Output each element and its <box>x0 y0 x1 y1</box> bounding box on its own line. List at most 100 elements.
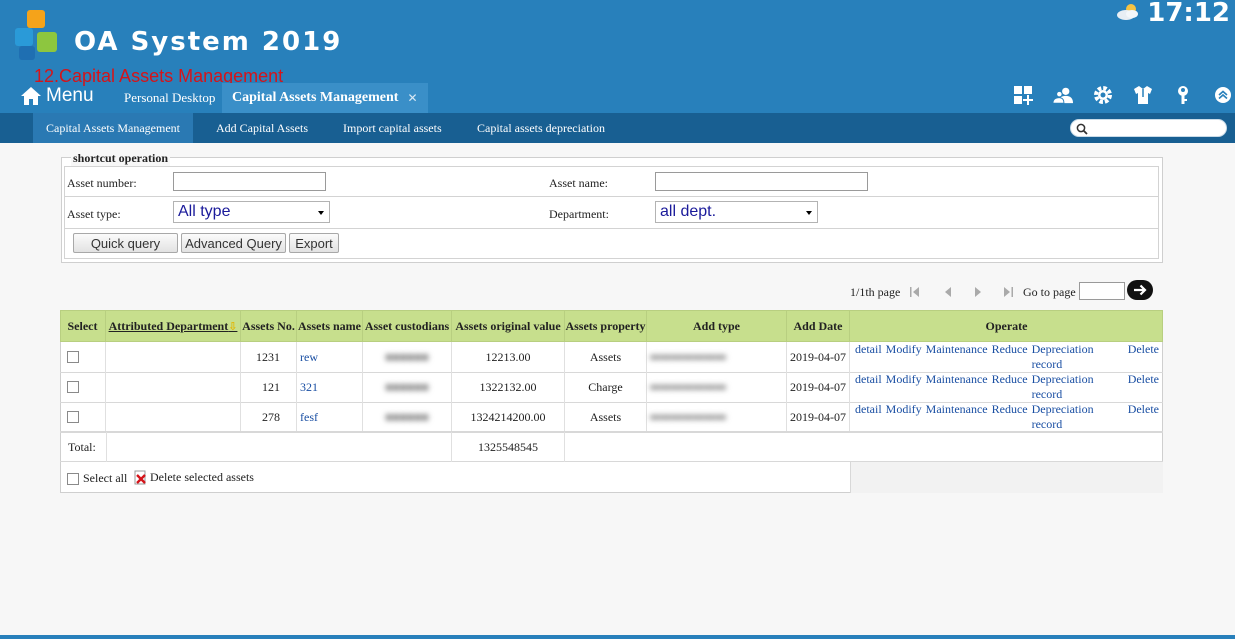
col-label: Attributed Department <box>108 318 229 333</box>
asset-type-select[interactable]: All type <box>173 201 330 223</box>
user-group-icon[interactable] <box>1053 84 1073 106</box>
nav-capital-assets-depreciation[interactable]: Capital assets depreciation <box>464 113 618 143</box>
col-asset-custodians: Asset custodians <box>363 310 452 342</box>
quick-query-button[interactable]: Quick query <box>73 233 178 253</box>
nav-capital-assets-management[interactable]: Capital Assets Management <box>33 113 193 143</box>
shirt-icon[interactable] <box>1133 84 1153 106</box>
tab-personal-desktop[interactable]: Personal Desktop <box>114 83 225 113</box>
row-add-date: 2019-04-07 <box>787 342 850 372</box>
row-asset-custodian: ■■■■■■ <box>363 372 452 402</box>
row-assets-name: rew <box>297 342 363 372</box>
row-select-cell <box>60 342 106 372</box>
menu-button[interactable]: Menu <box>20 82 94 110</box>
app-logo <box>15 10 61 60</box>
goto-page-input[interactable] <box>1079 282 1125 300</box>
search-input[interactable] <box>1091 121 1221 135</box>
row-assets-no: 1231 <box>241 342 297 372</box>
op-modify-link[interactable]: Modify <box>886 402 922 432</box>
operate-links: detail Modify Maintenance Reduce Depreciatio… <box>855 372 1163 402</box>
op-maintenance-link[interactable]: Maintenance <box>926 372 988 402</box>
row-original-value: 1322132.00 <box>452 372 565 402</box>
row-assets-property: Assets <box>565 342 647 372</box>
op-detail-link[interactable]: detail <box>855 402 882 432</box>
advanced-query-button[interactable]: Advanced Query <box>181 233 286 253</box>
col-select: Select <box>60 310 106 342</box>
delete-icon <box>134 470 146 485</box>
sub-navigation: Capital Assets Management Add Capital As… <box>0 113 1235 143</box>
op-delete-link[interactable]: Delete <box>1128 402 1159 432</box>
row-checkbox[interactable] <box>67 351 79 363</box>
assets-name-link[interactable]: 321 <box>300 380 318 395</box>
asset-number-label: Asset number: <box>67 176 137 190</box>
asset-number-input[interactable] <box>173 172 326 191</box>
footer-filler <box>850 462 1163 493</box>
last-page-icon[interactable] <box>1002 285 1014 299</box>
arrow-right-icon <box>1134 284 1147 296</box>
toolbar-icons <box>1013 84 1235 106</box>
chevron-up-icon[interactable] <box>1213 84 1233 106</box>
row-original-value: 12213.00 <box>452 342 565 372</box>
close-icon[interactable]: ✕ <box>407 91 417 105</box>
row-assets-property: Assets <box>565 402 647 432</box>
select-all-control[interactable]: Select all <box>67 471 127 486</box>
key-icon[interactable] <box>1173 84 1193 106</box>
op-maintenance-link[interactable]: Maintenance <box>926 402 988 432</box>
export-button[interactable]: Export <box>289 233 339 253</box>
row-operate: detail Modify Maintenance Reduce Depreciatio… <box>850 402 1163 432</box>
custodian-value: ■■■■■■ <box>385 409 429 424</box>
form-divider <box>64 228 1159 229</box>
op-detail-link[interactable]: detail <box>855 342 882 372</box>
row-assets-property: Charge <box>565 372 647 402</box>
col-assets-original-value: Assets original value <box>452 310 565 342</box>
form-divider <box>64 196 1159 197</box>
col-attributed-department[interactable]: Attributed Department ⇩ <box>106 310 241 342</box>
assets-name-link[interactable]: fesf <box>300 410 318 425</box>
row-asset-custodian: ■■■■■■ <box>363 402 452 432</box>
op-maintenance-link[interactable]: Maintenance <box>926 342 988 372</box>
total-spacer <box>107 432 452 462</box>
tab-label: Capital Assets Management <box>232 90 399 105</box>
first-page-icon[interactable] <box>909 285 921 299</box>
tab-capital-assets-management[interactable]: Capital Assets Management ✕ <box>222 83 428 113</box>
op-detail-link[interactable]: detail <box>855 372 882 402</box>
row-checkbox[interactable] <box>67 381 79 393</box>
row-department <box>106 402 241 432</box>
col-add-type: Add type <box>647 310 787 342</box>
op-modify-link[interactable]: Modify <box>886 342 922 372</box>
op-reduce-link[interactable]: Reduce <box>992 342 1028 372</box>
op-depreciation-record-link[interactable]: Depreciation record <box>1032 402 1124 432</box>
row-checkbox[interactable] <box>67 411 79 423</box>
department-select[interactable]: all dept. <box>655 201 818 223</box>
go-button[interactable] <box>1127 280 1153 300</box>
op-reduce-link[interactable]: Reduce <box>992 402 1028 432</box>
add-type-value: ■■■■■■■■■■■■■■ <box>650 412 727 422</box>
asset-name-input[interactable] <box>655 172 868 191</box>
op-reduce-link[interactable]: Reduce <box>992 372 1028 402</box>
asset-name-label: Asset name: <box>549 176 608 190</box>
nav-import-capital-assets[interactable]: Import capital assets <box>330 113 455 143</box>
op-delete-link[interactable]: Delete <box>1128 372 1159 402</box>
gear-icon[interactable] <box>1093 84 1113 106</box>
partly-cloudy-icon <box>1117 4 1138 20</box>
delete-selected-button[interactable]: Delete selected assets <box>134 470 254 485</box>
op-depreciation-record-link[interactable]: Depreciation record <box>1032 372 1124 402</box>
row-add-type: ■■■■■■■■■■■■■■ <box>647 342 787 372</box>
col-assets-property: Assets property <box>565 310 647 342</box>
home-icon <box>21 87 41 105</box>
row-assets-no: 278 <box>241 402 297 432</box>
col-assets-no: Assets No. <box>241 310 297 342</box>
nav-add-capital-assets[interactable]: Add Capital Assets <box>203 113 321 143</box>
assets-name-link[interactable]: rew <box>300 350 318 365</box>
row-operate: detail Modify Maintenance Reduce Depreciatio… <box>850 372 1163 402</box>
op-depreciation-record-link[interactable]: Depreciation record <box>1032 342 1124 372</box>
operate-links: detail Modify Maintenance Reduce Depreciatio… <box>855 342 1163 372</box>
select-all-label: Select all <box>83 471 128 485</box>
op-delete-link[interactable]: Delete <box>1128 342 1159 372</box>
asset-type-label: Asset type: <box>67 207 121 221</box>
menu-label: Menu <box>46 85 94 106</box>
prev-page-icon[interactable] <box>942 285 954 299</box>
op-modify-link[interactable]: Modify <box>886 372 922 402</box>
next-page-icon[interactable] <box>972 285 984 299</box>
select-all-checkbox[interactable] <box>67 472 79 485</box>
apps-grid-icon[interactable] <box>1013 84 1033 106</box>
